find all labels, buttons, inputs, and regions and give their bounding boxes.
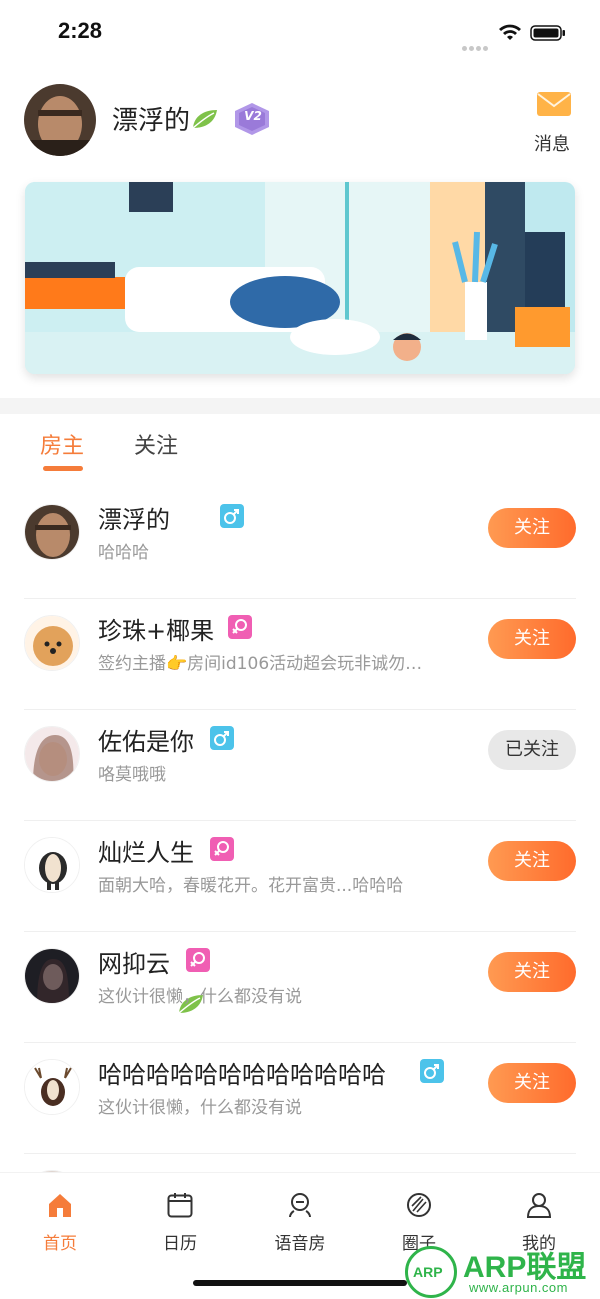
female-icon [186,948,210,972]
list-item[interactable]: 珍珠+椰果 签约主播👉房间id106活动超会玩非诚勿… 关注 [0,599,600,710]
list-item-name: 佐佑是你 [98,728,194,756]
list-item[interactable]: 灿烂人生 面朝大哈，春暖花开。花开富贵...哈哈哈 关注 [0,821,600,932]
male-icon [210,726,234,750]
list-item-desc: 面朝大哈，春暖花开。花开富贵...哈哈哈 [98,876,404,896]
list-item-name: 珍珠+椰果 [98,617,215,645]
list-item-name: 网抑云 [98,950,170,978]
list-item-desc: 咯莫哦哦 [98,765,166,785]
follow-button[interactable]: 关注 [488,952,576,992]
list-item-name: 哈哈哈哈哈哈哈哈哈哈哈哈 [98,1061,386,1089]
avatar[interactable] [24,726,80,782]
tab-following[interactable]: 关注 [134,428,178,460]
tab-hosts[interactable]: 房主 [40,428,84,460]
female-icon [210,837,234,861]
battery-icon [530,25,565,41]
female-icon [228,615,252,639]
home-icon [49,1194,71,1217]
promo-banner[interactable] [25,182,575,374]
home-indicator [193,1280,407,1286]
tab-home[interactable]: 首页 [20,1187,100,1257]
avatar[interactable] [24,1059,80,1115]
wifi-icon [499,24,521,40]
follow-button[interactable]: 关注 [488,508,576,548]
status-time: 2:28 [58,18,103,43]
user-avatar[interactable] [24,84,96,156]
list-item-name: 灿烂人生 [98,839,194,867]
list-item[interactable]: 漂浮的 哈哈哈 关注 [0,488,600,1014]
leaf-icon [192,110,217,129]
list-item-desc: 这伙计很懒，什么都没有说 [98,1098,302,1118]
profile-icon [526,1193,552,1218]
list-item-desc: 哈哈哈 [98,543,149,563]
avatar[interactable] [24,615,80,671]
avatar[interactable] [24,504,80,560]
messages-label: 消息 [534,134,570,155]
circle-icon [407,1193,431,1217]
watermark-logo-text: ARP [413,1264,443,1280]
list-item-desc: 这伙计很懒，什么都没有说 [98,987,302,1007]
tab-voice-room[interactable]: 语音房 [260,1187,340,1257]
list-item-desc: 签约主播👉房间id106活动超会玩非诚勿… [98,654,423,674]
list-item-partial[interactable] [0,1154,600,1174]
voice-room-icon [289,1193,311,1218]
tab-home-label: 首页 [43,1234,77,1254]
section-divider [0,398,600,414]
avatar[interactable] [24,837,80,893]
tab-voice-room-label: 语音房 [274,1234,326,1254]
mail-icon [537,92,571,116]
level-badge-text: V2 [244,109,262,123]
watermark-logo: ARP ARP联盟 www.arpun.com [405,1240,597,1298]
list-item[interactable]: 佐佑是你 咯莫哦哦 已关注 [0,710,600,821]
follow-button[interactable]: 关注 [488,1063,576,1103]
male-icon [420,1059,444,1083]
signal-icon [462,36,492,51]
avatar[interactable] [24,948,80,1004]
list-item-name: 漂浮的 [98,506,170,534]
list-item[interactable]: 网抑云 这伙计很懒，什么都没有说 关注 [0,932,600,1043]
unfollow-button[interactable]: 已关注 [488,730,576,770]
tab-calendar[interactable]: 日历 [140,1187,220,1257]
male-icon [220,504,244,528]
status-bar: 2:28 [0,0,600,64]
list-item[interactable]: 哈哈哈哈哈哈哈哈哈哈哈哈 这伙计很懒，什么都没有说 关注 [0,1043,600,1154]
user-name: 漂浮的 [112,106,191,136]
tab-calendar-label: 日历 [163,1234,197,1254]
tab-active-indicator [43,466,83,471]
follow-button[interactable]: 关注 [488,841,576,881]
calendar-icon [167,1193,193,1218]
follow-button[interactable]: 关注 [488,619,576,659]
watermark-url: www.arpun.com [469,1280,568,1295]
messages-button[interactable]: 消息 [530,90,578,155]
